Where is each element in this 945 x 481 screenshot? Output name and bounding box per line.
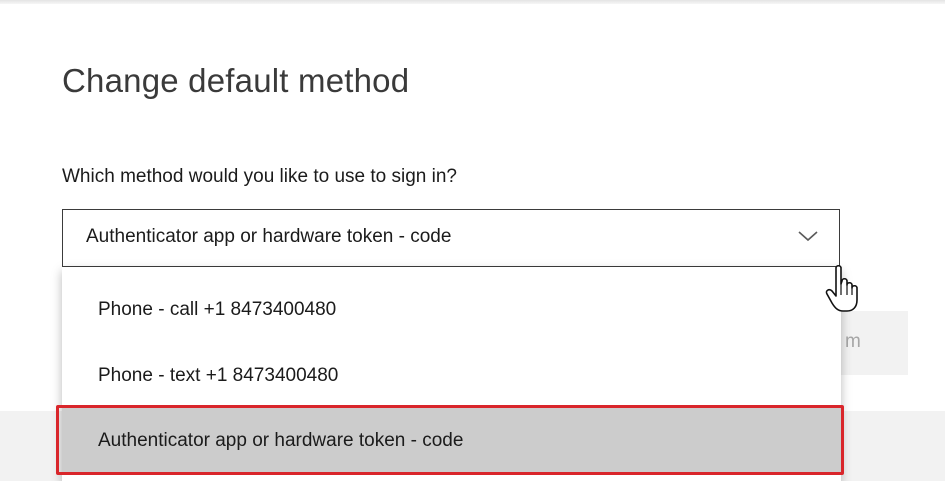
select-current-value: Authenticator app or hardware token - co…	[86, 226, 452, 247]
method-question-label: Which method would you like to use to si…	[62, 166, 457, 187]
option-phone-text[interactable]: Phone - text +1 8473400480	[62, 343, 841, 409]
option-phone-call[interactable]: Phone - call +1 8473400480	[62, 277, 841, 343]
confirm-button-label: m	[845, 331, 861, 352]
dialog-top-edge	[0, 0, 945, 4]
hand-pointer-icon	[825, 264, 858, 312]
chevron-down-icon	[798, 231, 818, 242]
dialog-title: Change default method	[62, 62, 410, 99]
sign-in-method-select[interactable]: Authenticator app or hardware token - co…	[62, 209, 840, 267]
selection-highlight-box	[56, 405, 844, 475]
